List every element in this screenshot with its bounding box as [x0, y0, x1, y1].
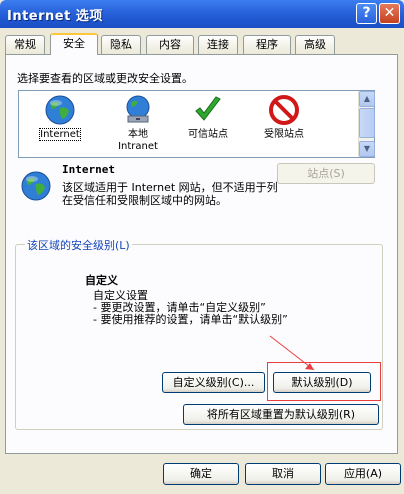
- globe-icon: [21, 171, 51, 201]
- security-level-description: 自定义设置 - 要更改设置，请单击“自定义级别” - 要使用推荐的设置，请单击“…: [93, 289, 288, 326]
- title-bar: Internet 选项 ? ✕: [0, 0, 404, 28]
- zone-restricted-sites[interactable]: 受限站点: [249, 94, 319, 141]
- zone-internet[interactable]: Internet: [25, 94, 95, 141]
- intranet-globe-icon: [126, 95, 150, 123]
- close-icon: ✕: [383, 5, 396, 21]
- highlight-box: [267, 362, 381, 401]
- ok-button[interactable]: 确定: [163, 463, 239, 485]
- security-level-title: 自定义: [85, 274, 118, 287]
- zone-label: 可信站点: [188, 129, 228, 140]
- close-button[interactable]: ✕: [379, 3, 400, 24]
- scroll-up-arrow-icon[interactable]: ▲: [359, 91, 375, 107]
- tab-programs[interactable]: 程序: [243, 35, 291, 54]
- window-title: Internet 选项: [7, 9, 103, 24]
- cancel-button[interactable]: 取消: [245, 463, 321, 485]
- security-level-group-label: 该区域的安全级别(L): [25, 237, 132, 253]
- help-icon: ?: [362, 5, 371, 21]
- tab-privacy[interactable]: 隐私: [101, 35, 141, 54]
- zone-list[interactable]: Internet 本地 Intranet 可信站点 受限站点 ▲ ▼: [18, 90, 375, 158]
- globe-icon: [45, 95, 75, 125]
- zone-scrollbar[interactable]: ▲ ▼: [358, 91, 375, 157]
- tab-advanced[interactable]: 高级: [295, 35, 335, 54]
- reset-all-zones-button[interactable]: 将所有区域重置为默认级别(R): [183, 404, 379, 425]
- zone-title: Internet: [62, 163, 115, 176]
- no-entry-icon: [269, 95, 299, 125]
- apply-button[interactable]: 应用(A): [325, 463, 401, 485]
- sites-button[interactable]: 站点(S): [277, 163, 375, 184]
- zone-trusted-sites[interactable]: 可信站点: [173, 94, 243, 141]
- check-icon: [195, 96, 221, 121]
- tab-connections[interactable]: 连接: [198, 35, 238, 54]
- tab-content[interactable]: 内容: [146, 35, 194, 54]
- zone-label: 本地 Intranet: [118, 129, 158, 152]
- zone-description: 该区域适用于 Internet 网站，但不适用于列在受信任和受限制区域中的网站。: [62, 181, 278, 207]
- zone-label: 受限站点: [264, 129, 304, 140]
- tab-general[interactable]: 常规: [5, 35, 45, 54]
- scroll-down-arrow-icon[interactable]: ▼: [359, 141, 375, 157]
- zone-local-intranet[interactable]: 本地 Intranet: [103, 94, 173, 153]
- zone-label: Internet: [39, 128, 81, 141]
- tab-security[interactable]: 安全: [50, 33, 98, 55]
- help-button[interactable]: ?: [356, 3, 377, 24]
- scroll-thumb[interactable]: [359, 108, 375, 138]
- custom-level-button[interactable]: 自定义级别(C)...: [162, 372, 265, 393]
- zone-prompt: 选择要查看的区域或更改安全设置。: [17, 72, 193, 85]
- security-level-group: [15, 244, 383, 430]
